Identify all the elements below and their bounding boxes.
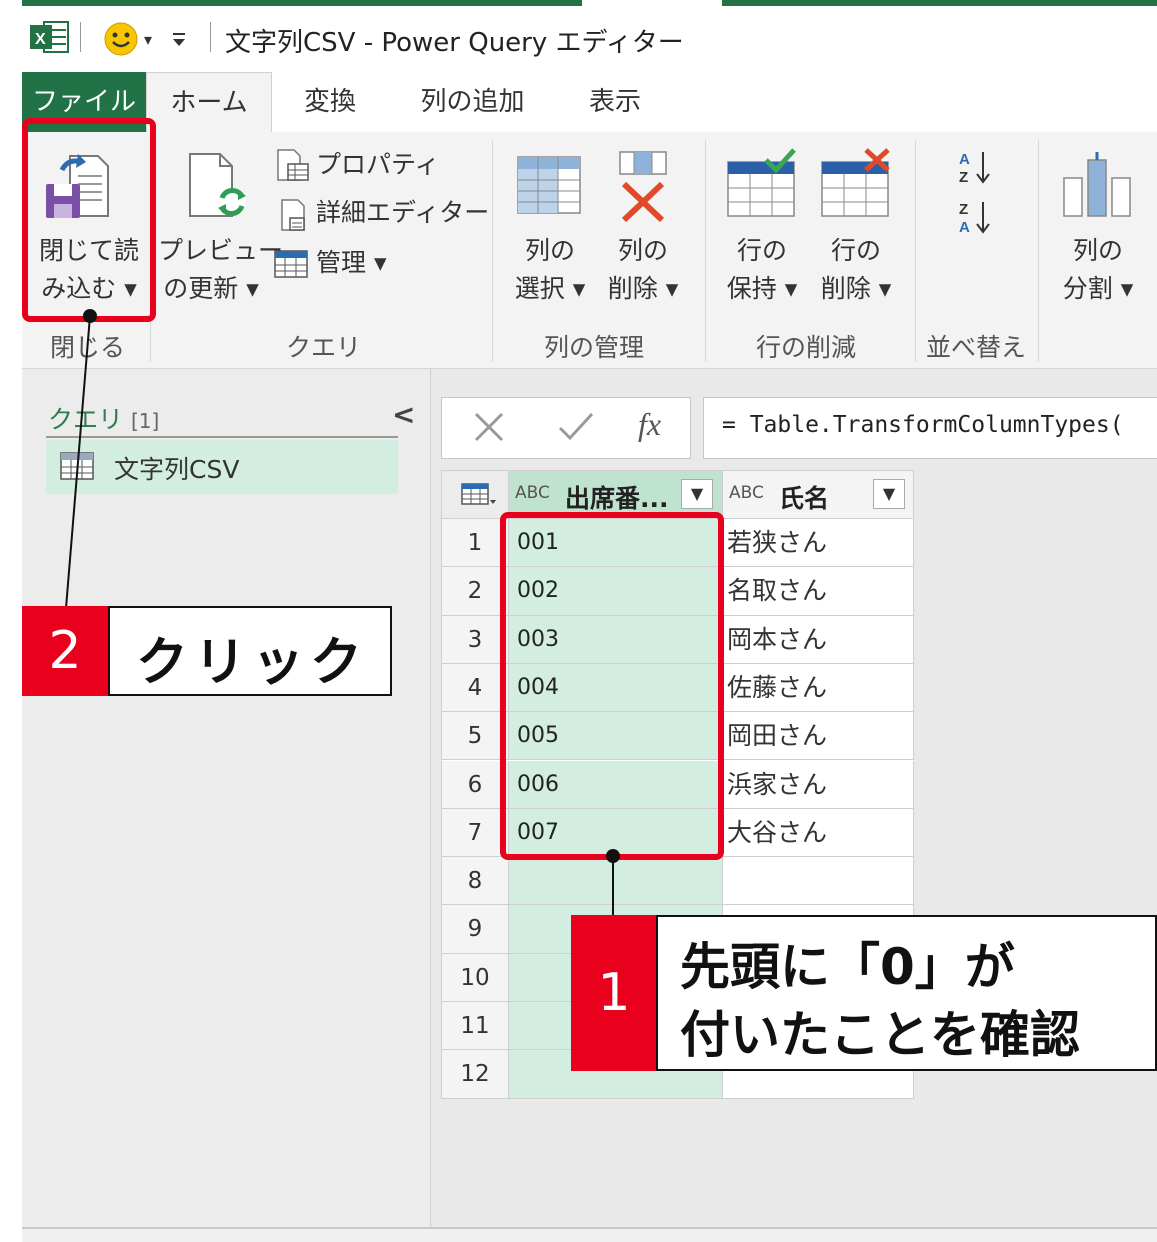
step-2-badge: 2 [22, 606, 108, 696]
step-2-text: クリック [136, 633, 369, 693]
step-1-badge: 1 [571, 915, 657, 1071]
step-1-text-line-2: 付いたことを確認 [680, 1006, 1080, 1064]
step-1-text-line-1: 先頭に「0」が [680, 938, 1015, 996]
step-1-callout: 先頭に「0」が 付いたことを確認 [656, 915, 1157, 1071]
step-2-callout: クリック [108, 606, 392, 696]
